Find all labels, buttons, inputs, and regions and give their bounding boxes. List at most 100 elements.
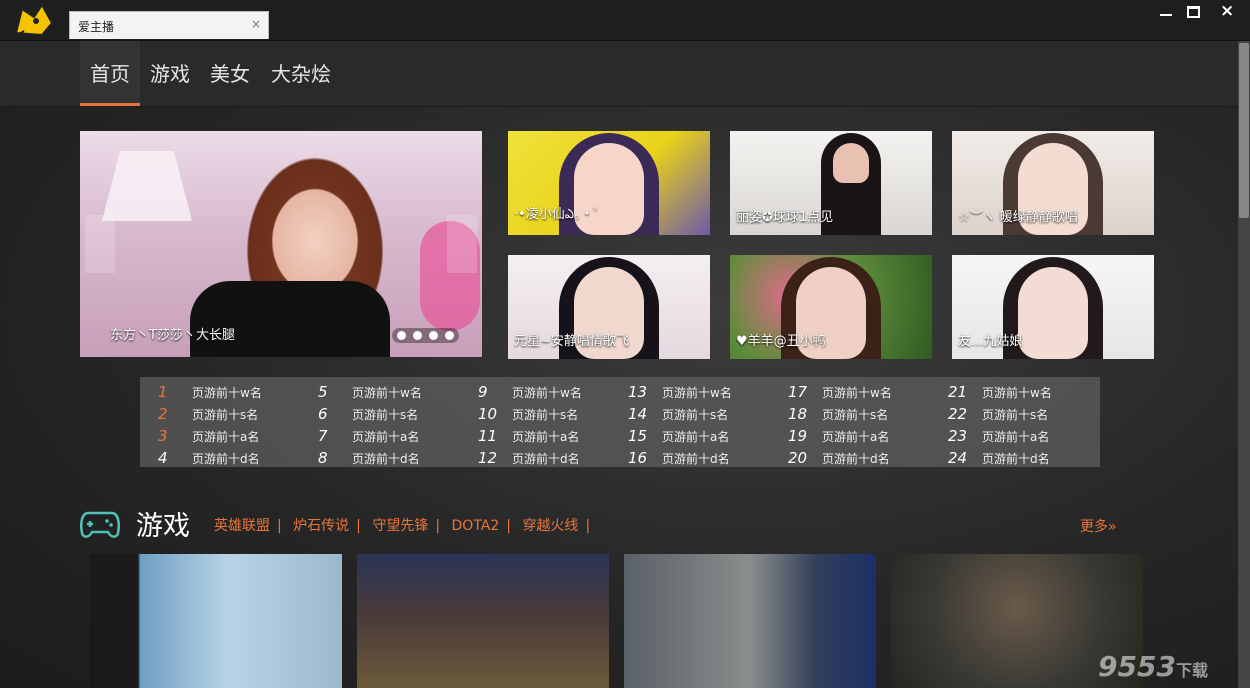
section-title: 游戏 [136,511,190,542]
stream-thumbnail[interactable]: 丽姿✪球球1点见 [730,131,932,235]
rank-number: 8 [318,449,328,467]
stream-thumbnail[interactable]: ♥羊羊@丑小鸭 [730,255,932,359]
rank-name[interactable]: 页游前十s名 [352,408,418,422]
thumb-caption: 友...九姑娘 [958,334,1023,349]
rank-number: 7 [318,427,328,445]
stream-thumbnail[interactable]: 元星~安静唱情歌飞 [508,255,710,359]
nav-item-beauty[interactable]: 美女 [205,41,255,106]
list-item[interactable]: 8 页游前十d名 [318,447,478,469]
list-item[interactable]: 17 页游前十w名 [788,381,948,403]
rank-number: 15 [628,427,648,445]
browser-tab[interactable]: 爱主播 × [69,11,269,39]
rank-number: 4 [158,449,168,467]
rank-name[interactable]: 页游前十a名 [192,430,259,444]
rank-name[interactable]: 页游前十a名 [662,430,729,444]
featured-banner[interactable]: 东方丶T莎莎丶大长腿 [80,131,482,357]
rank-name[interactable]: 页游前十a名 [352,430,419,444]
category-link[interactable]: 守望先锋 [372,518,428,534]
list-item[interactable]: 12 页游前十d名 [478,447,638,469]
rank-name[interactable]: 页游前十s名 [982,408,1048,422]
stream-thumbnail[interactable]: 友...九姑娘 [952,255,1154,359]
rank-name[interactable]: 页游前十d名 [982,452,1050,466]
rank-name[interactable]: 页游前十w名 [192,386,262,400]
ranking-column: 21 页游前十w名 22 页游前十s名 23 页游前十a名 24 页游前十d名 [948,381,1108,469]
close-glyph: × [1220,1,1235,21]
vertical-scrollbar[interactable] [1238,41,1250,688]
rank-number: 11 [478,427,498,445]
rank-name[interactable]: 页游前十s名 [192,408,258,422]
list-item[interactable]: 9 页游前十w名 [478,381,638,403]
list-item[interactable]: 4 页游前十d名 [158,447,318,469]
list-item[interactable]: 14 页游前十s名 [628,403,788,425]
rank-name[interactable]: 页游前十w名 [512,386,582,400]
rank-name[interactable]: 页游前十d名 [512,452,580,466]
maximize-icon[interactable] [1182,4,1204,20]
minimize-icon[interactable] [1156,4,1178,20]
list-item[interactable]: 11 页游前十a名 [478,425,638,447]
list-item[interactable]: 18 页游前十s名 [788,403,948,425]
rank-name[interactable]: 页游前十s名 [512,408,578,422]
game-stream-thumbnail[interactable] [357,554,609,688]
carousel-dot[interactable] [397,331,406,340]
list-item[interactable]: 23 页游前十a名 [948,425,1108,447]
separator: | [506,518,511,534]
category-link[interactable]: DOTA2 [452,518,500,534]
category-link[interactable]: 穿越火线 [522,518,578,534]
list-item[interactable]: 2 页游前十s名 [158,403,318,425]
rank-name[interactable]: 页游前十w名 [982,386,1052,400]
rank-name[interactable]: 页游前十s名 [662,408,728,422]
thumb-caption: ·•凌小仙ఎ。·ﾟ [514,207,601,222]
watermark-suffix: 下载 [1175,661,1208,680]
game-stream-thumbnail[interactable] [90,554,342,688]
list-item[interactable]: 3 页游前十a名 [158,425,318,447]
scrollbar-thumb[interactable] [1239,43,1249,218]
list-item[interactable]: 16 页游前十d名 [628,447,788,469]
rank-number: 24 [948,449,968,467]
ranking-column: 13 页游前十w名 14 页游前十s名 15 页游前十a名 16 页游前十d名 [628,381,788,469]
list-item[interactable]: 13 页游前十w名 [628,381,788,403]
category-link[interactable]: 炉石传说 [293,518,349,534]
nav-item-misc[interactable]: 大杂烩 [265,41,337,106]
arrow-left-icon[interactable] [85,215,115,273]
nav-item-home[interactable]: 首页 [80,41,140,106]
stream-thumbnail[interactable]: ☆︶ヽ 暖绿静静歌唱 [952,131,1154,235]
stream-thumbnail[interactable]: ·•凌小仙ఎ。·ﾟ [508,131,710,235]
list-item[interactable]: 5 页游前十w名 [318,381,478,403]
rank-name[interactable]: 页游前十d名 [352,452,420,466]
tab-title: 爱主播 [78,20,115,34]
list-item[interactable]: 10 页游前十s名 [478,403,638,425]
list-item[interactable]: 6 页游前十s名 [318,403,478,425]
rank-name[interactable]: 页游前十w名 [662,386,732,400]
category-link[interactable]: 英雄联盟 [214,518,270,534]
nav-item-games[interactable]: 游戏 [145,41,195,106]
list-item[interactable]: 19 页游前十a名 [788,425,948,447]
list-item[interactable]: 7 页游前十a名 [318,425,478,447]
rank-name[interactable]: 页游前十a名 [822,430,889,444]
carousel-dot[interactable] [429,331,438,340]
more-link[interactable]: 更多» [1080,516,1117,536]
thumb-caption: 元星~安静唱情歌飞 [514,334,629,349]
game-stream-thumbnail[interactable] [624,554,876,688]
rank-name[interactable]: 页游前十d名 [822,452,890,466]
rank-name[interactable]: 页游前十s名 [822,408,888,422]
gamepad-icon [80,509,120,539]
rank-name[interactable]: 页游前十w名 [822,386,892,400]
rank-name[interactable]: 页游前十a名 [512,430,579,444]
rank-number: 5 [318,383,328,401]
rank-name[interactable]: 页游前十a名 [982,430,1049,444]
list-item[interactable]: 15 页游前十a名 [628,425,788,447]
carousel-dot[interactable] [445,331,454,340]
close-icon[interactable]: × [1216,1,1238,21]
list-item[interactable]: 21 页游前十w名 [948,381,1108,403]
arrow-right-icon[interactable] [447,215,477,273]
rank-name[interactable]: 页游前十d名 [192,452,260,466]
carousel-dot[interactable] [413,331,422,340]
list-item[interactable]: 22 页游前十s名 [948,403,1108,425]
list-item[interactable]: 1 页游前十w名 [158,381,318,403]
rank-name[interactable]: 页游前十w名 [352,386,422,400]
rank-name[interactable]: 页游前十d名 [662,452,730,466]
title-bar: 爱主播 × × [0,0,1250,41]
tab-close-icon[interactable]: × [251,17,261,31]
list-item[interactable]: 20 页游前十d名 [788,447,948,469]
list-item[interactable]: 24 页游前十d名 [948,447,1108,469]
